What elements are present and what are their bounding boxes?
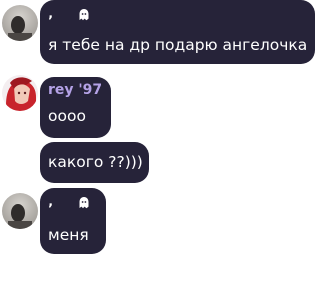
message-bubble[interactable]: какого ??))) (40, 142, 149, 183)
message-text: какого ??))) (48, 153, 143, 171)
message-bubble[interactable]: ‚ я тебе на др подарю ангелочка (40, 0, 315, 64)
ghost-icon (78, 8, 90, 22)
message-text: я тебе на др подарю ангелочка (48, 36, 308, 54)
message-text: оооо (48, 107, 86, 125)
sender-header: ‚ (48, 5, 90, 25)
message-text: меня (48, 226, 89, 244)
sender-name[interactable]: rey '97 (48, 82, 102, 98)
avatar-rey-97[interactable] (2, 75, 38, 111)
sender-header: ‚ (48, 193, 90, 213)
sender-mark: ‚ (48, 7, 53, 22)
ghost-icon (78, 196, 90, 210)
avatar-user-1[interactable] (2, 193, 38, 229)
sender-mark: ‚ (48, 195, 53, 210)
message-bubble[interactable]: rey '97 оооо (40, 77, 111, 138)
message-bubble[interactable]: ‚ меня (40, 188, 106, 254)
avatar-user-1[interactable] (2, 5, 38, 41)
